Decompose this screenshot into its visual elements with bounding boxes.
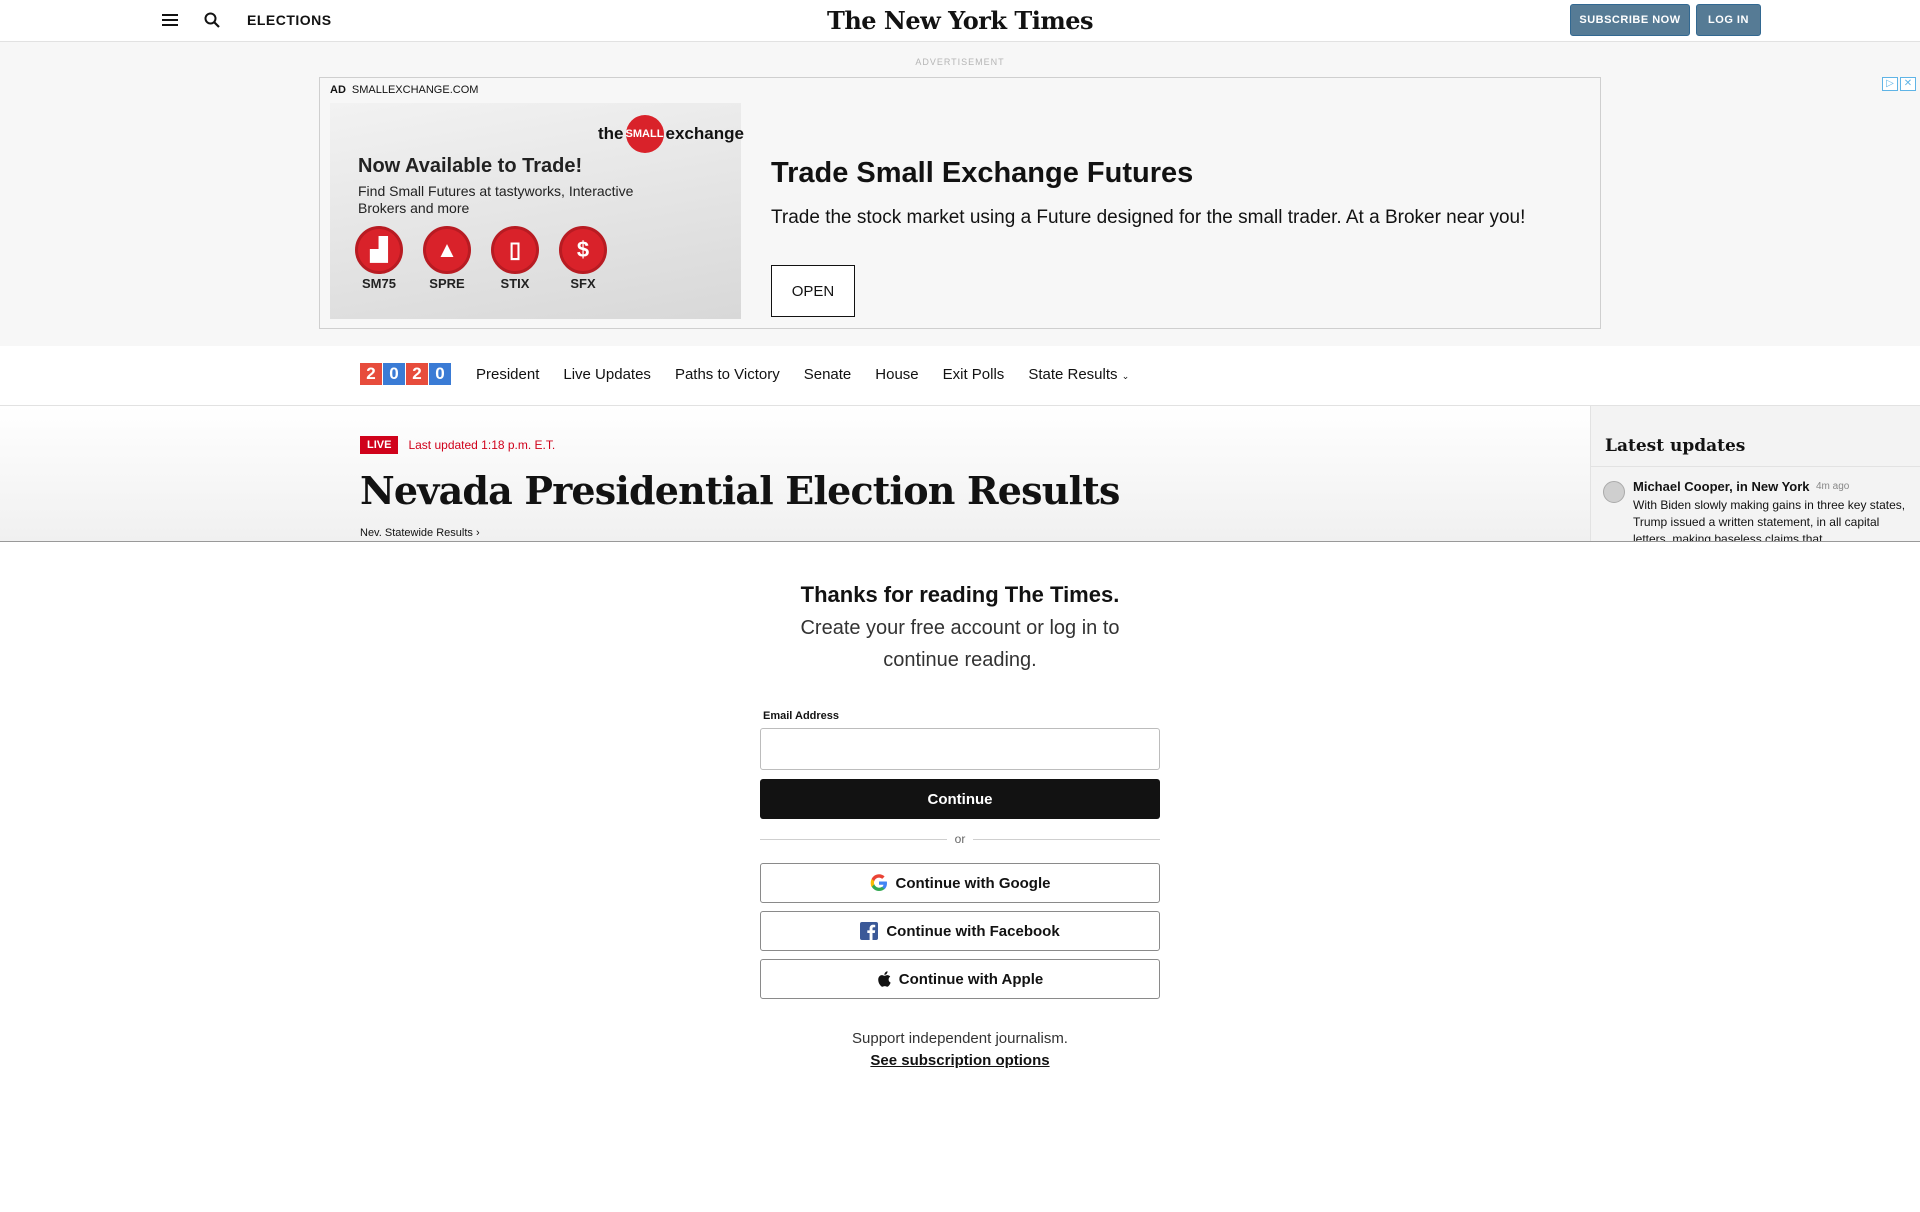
brand-post: exchange — [665, 124, 744, 143]
gold-bars-icon: ▲ — [423, 226, 471, 274]
ad-image-subtitle: Find Small Futures at tastyworks, Intera… — [358, 183, 634, 216]
year-digit: 2 — [406, 363, 428, 385]
latest-updates-sidebar: Latest updates Michael Cooper, in New Yo… — [1590, 406, 1920, 542]
login-button[interactable]: LOG IN — [1696, 4, 1761, 36]
facebook-login-button[interactable]: Continue with Facebook — [760, 911, 1160, 951]
close-icon[interactable]: ✕ — [1900, 77, 1916, 91]
registration-overlay: Thanks for reading The Times. Create you… — [0, 542, 1920, 1212]
breadcrumb[interactable]: Nev. Statewide Results › — [360, 527, 480, 539]
page-title: Nevada Presidential Election Results — [360, 468, 1120, 513]
email-label: Email Address — [763, 710, 840, 722]
product-label: SPRE — [429, 276, 465, 291]
product-label: SFX — [570, 276, 596, 291]
product-sfx: $ SFX — [558, 226, 608, 291]
support-text: Support independent journalism. — [852, 1030, 1068, 1047]
product-label: SM75 — [362, 276, 396, 291]
nav-item-paths-to-victory[interactable]: Paths to Victory — [675, 366, 780, 383]
product-stix: ▯ STIX — [490, 226, 540, 291]
product-spre: ▲ SPRE — [422, 226, 472, 291]
facebook-icon — [860, 922, 879, 940]
ad-source: AD SMALLEXCHANGE.COM — [330, 84, 478, 96]
product-icons: ▟ SM75 ▲ SPRE ▯ STIX $ SFX — [354, 226, 608, 291]
ad-source-domain: SMALLEXCHANGE.COM — [351, 84, 479, 96]
menu-icon[interactable] — [162, 14, 178, 26]
year-digit: 2 — [360, 363, 382, 385]
apple-button-label: Continue with Apple — [898, 970, 1044, 988]
overlay-subtitle-line2: continue reading. — [883, 649, 1037, 671]
or-divider: or — [760, 832, 1161, 846]
continue-button[interactable]: Continue — [760, 779, 1160, 819]
chart-icon: ▟ — [355, 226, 403, 274]
sidebar-title: Latest updates — [1605, 436, 1746, 456]
nav-item-house[interactable]: House — [875, 366, 918, 383]
small-exchange-logo: the SMALL exchange — [598, 115, 744, 153]
ad-zone: ADVERTISEMENT ▷ ✕ AD SMALLEXCHANGE.COM th… — [0, 42, 1920, 346]
update-text[interactable]: With Biden slowly making gains in three … — [1633, 497, 1908, 542]
nav-items: President Live Updates Paths to Victory … — [476, 366, 1129, 383]
nav-item-state-results[interactable]: State Results ⌄ — [1028, 366, 1129, 383]
ad-image-title: Now Available to Trade! — [358, 155, 583, 177]
ad-choices-icon[interactable]: ▷ — [1882, 77, 1898, 91]
product-label: STIX — [500, 276, 530, 291]
chevron-down-icon: ⌄ — [1121, 371, 1130, 381]
subscription-options-link[interactable]: See subscription options — [0, 1052, 1920, 1069]
dollar-icon: $ — [559, 226, 607, 274]
search-icon[interactable] — [203, 11, 221, 29]
section-label[interactable]: ELECTIONS — [247, 12, 332, 28]
overlay-title: Thanks for reading The Times. — [800, 582, 1120, 607]
advertisement-label: ADVERTISEMENT — [915, 57, 1005, 67]
divider — [760, 838, 947, 840]
divider — [973, 838, 1161, 840]
nav-item-senate[interactable]: Senate — [804, 366, 852, 383]
subscribe-button[interactable]: SUBSCRIBE NOW — [1570, 4, 1690, 36]
product-sm75: ▟ SM75 — [354, 226, 404, 291]
ad-tag: AD — [330, 84, 346, 96]
brand-pre: the — [598, 124, 624, 143]
nav-item-exit-polls[interactable]: Exit Polls — [943, 366, 1005, 383]
overlay-subtitle-line1: Create your free account or log in to — [800, 617, 1120, 639]
nav-item-president[interactable]: President — [476, 366, 539, 383]
nav-item-live-updates[interactable]: Live Updates — [563, 366, 651, 383]
ad-open-button[interactable]: OPEN — [771, 265, 855, 317]
apple-login-button[interactable]: Continue with Apple — [760, 959, 1160, 999]
divider — [1591, 466, 1920, 467]
or-label: or — [954, 832, 966, 846]
avatar — [1603, 481, 1625, 503]
elections-nav: 2 0 2 0 President Live Updates Paths to … — [0, 346, 1920, 406]
ad-image[interactable]: the SMALL exchange Now Available to Trad… — [330, 103, 744, 319]
ad-headline[interactable]: Trade Small Exchange Futures — [771, 157, 1193, 190]
facebook-button-label: Continue with Facebook — [886, 922, 1060, 940]
overlay-subtitle: Create your free account or log in to co… — [0, 612, 1920, 676]
live-badge: LIVE — [360, 436, 399, 454]
ad-description: Trade the stock market using a Future de… — [771, 207, 1526, 228]
ad-banner[interactable]: AD SMALLEXCHANGE.COM the SMALL exchange N… — [319, 77, 1601, 329]
update-author: Michael Cooper, in New York — [1633, 479, 1810, 494]
year-2020-logo[interactable]: 2 0 2 0 — [360, 363, 452, 385]
top-bar: ELECTIONS The New York Times SUBSCRIBE N… — [0, 0, 1920, 42]
brand-mid: SMALL — [625, 115, 664, 153]
ad-choices[interactable]: ▷ ✕ — [1882, 77, 1916, 91]
email-field[interactable] — [760, 728, 1160, 770]
last-updated: Last updated 1:18 p.m. E.T. — [408, 438, 556, 452]
apple-icon — [878, 971, 891, 987]
update-time: 4m ago — [1816, 481, 1850, 492]
google-icon — [870, 874, 887, 891]
live-row: LIVE Last updated 1:18 p.m. E.T. — [360, 436, 555, 454]
phone-icon: ▯ — [491, 226, 539, 274]
nav-item-state-results-label: State Results — [1028, 366, 1118, 383]
google-button-label: Continue with Google — [895, 874, 1051, 892]
year-digit: 0 — [383, 363, 405, 385]
year-digit: 0 — [429, 363, 451, 385]
google-login-button[interactable]: Continue with Google — [760, 863, 1160, 903]
